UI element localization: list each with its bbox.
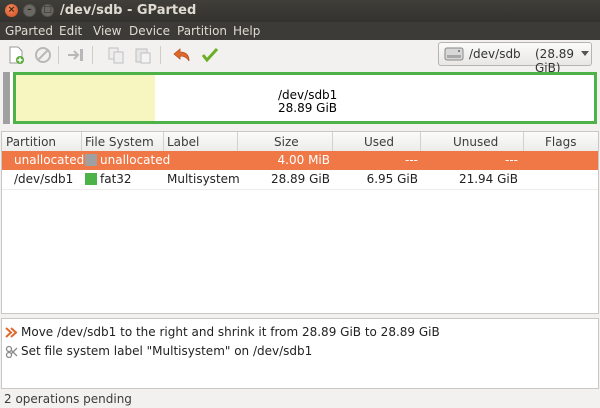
fs-color-swatch bbox=[85, 154, 97, 166]
undo-icon[interactable] bbox=[172, 45, 192, 65]
label-icon bbox=[5, 345, 18, 358]
column-header-label[interactable]: Label bbox=[167, 135, 199, 149]
window-title: /dev/sdb - GParted bbox=[60, 3, 197, 18]
copy-icon[interactable] bbox=[106, 45, 126, 65]
paste-icon[interactable] bbox=[133, 45, 153, 65]
column-header-flags[interactable]: Flags bbox=[545, 135, 576, 149]
move-resize-icon bbox=[5, 327, 18, 338]
partition-table: Partition File System Label Size Used Un… bbox=[1, 131, 599, 314]
pending-operations-list: Move /dev/sdb1 to the right and shrink i… bbox=[1, 318, 599, 389]
toolbar-separator bbox=[92, 46, 93, 64]
maximize-window-button[interactable]: □ bbox=[41, 4, 54, 17]
device-selector[interactable]: /dev/sdb (28.89 GiB) bbox=[438, 42, 592, 75]
cell-unused: 21.94 GiB bbox=[458, 172, 518, 186]
cell-used: 6.95 GiB bbox=[366, 172, 418, 186]
fs-color-swatch bbox=[85, 173, 97, 185]
cell-file-system: fat32 bbox=[100, 172, 132, 186]
column-header-file-system[interactable]: File System bbox=[85, 135, 154, 149]
close-window-button[interactable]: × bbox=[5, 4, 18, 17]
menu-device[interactable]: Device bbox=[129, 24, 170, 38]
cell-label: Multisystem bbox=[167, 172, 240, 186]
toolbar-separator bbox=[160, 46, 161, 64]
menu-gparted[interactable]: GParted bbox=[5, 24, 53, 38]
cell-size: 28.89 GiB bbox=[270, 172, 330, 186]
table-row[interactable]: unallocated unallocated 4.00 MiB --- --- bbox=[2, 151, 598, 170]
partition-graphic-name: /dev/sdb1 bbox=[278, 88, 338, 102]
partition-graphic-size: 28.89 GiB bbox=[278, 101, 338, 115]
column-header-size[interactable]: Size bbox=[274, 135, 299, 149]
cell-partition: unallocated bbox=[14, 153, 85, 167]
delete-icon[interactable] bbox=[33, 45, 53, 65]
menu-edit[interactable]: Edit bbox=[59, 24, 82, 38]
disk-graphic: /dev/sdb1 28.89 GiB bbox=[3, 72, 597, 124]
title-bar: × – □ /dev/sdb - GParted bbox=[0, 0, 600, 22]
minimize-window-button[interactable]: – bbox=[23, 4, 36, 17]
menu-help[interactable]: Help bbox=[233, 24, 260, 38]
new-partition-icon[interactable] bbox=[6, 45, 26, 65]
toolbar-separator bbox=[58, 46, 59, 64]
device-name: /dev/sdb bbox=[469, 47, 521, 61]
operation-text: Set file system label "Multisystem" on /… bbox=[21, 344, 313, 358]
operation-text: Move /dev/sdb1 to the right and shrink i… bbox=[21, 325, 440, 339]
column-header-partition[interactable]: Partition bbox=[6, 135, 56, 149]
cell-unused: --- bbox=[505, 153, 518, 167]
table-header: Partition File System Label Size Used Un… bbox=[2, 132, 598, 152]
cell-used: --- bbox=[405, 153, 418, 167]
chevron-down-icon bbox=[581, 51, 589, 56]
cell-file-system: unallocated bbox=[100, 153, 171, 167]
hard-disk-icon bbox=[444, 47, 464, 61]
column-header-used[interactable]: Used bbox=[364, 135, 394, 149]
menu-bar: GParted Edit View Device Partition Help bbox=[0, 22, 600, 40]
resize-move-icon[interactable] bbox=[66, 45, 86, 65]
status-bar: 2 operations pending bbox=[0, 391, 600, 408]
table-row[interactable]: /dev/sdb1 fat32 Multisystem 28.89 GiB 6.… bbox=[2, 170, 598, 190]
cell-partition: /dev/sdb1 bbox=[14, 172, 74, 186]
column-header-unused[interactable]: Unused bbox=[453, 135, 498, 149]
used-space-fill bbox=[16, 75, 155, 121]
partition-segment-sdb1[interactable]: /dev/sdb1 28.89 GiB bbox=[13, 72, 597, 124]
menu-partition[interactable]: Partition bbox=[177, 24, 227, 38]
menu-view[interactable]: View bbox=[93, 24, 121, 38]
cell-size: 4.00 MiB bbox=[277, 153, 330, 167]
apply-icon[interactable] bbox=[200, 45, 220, 65]
status-text: 2 operations pending bbox=[4, 392, 132, 406]
unallocated-segment[interactable] bbox=[3, 72, 10, 124]
